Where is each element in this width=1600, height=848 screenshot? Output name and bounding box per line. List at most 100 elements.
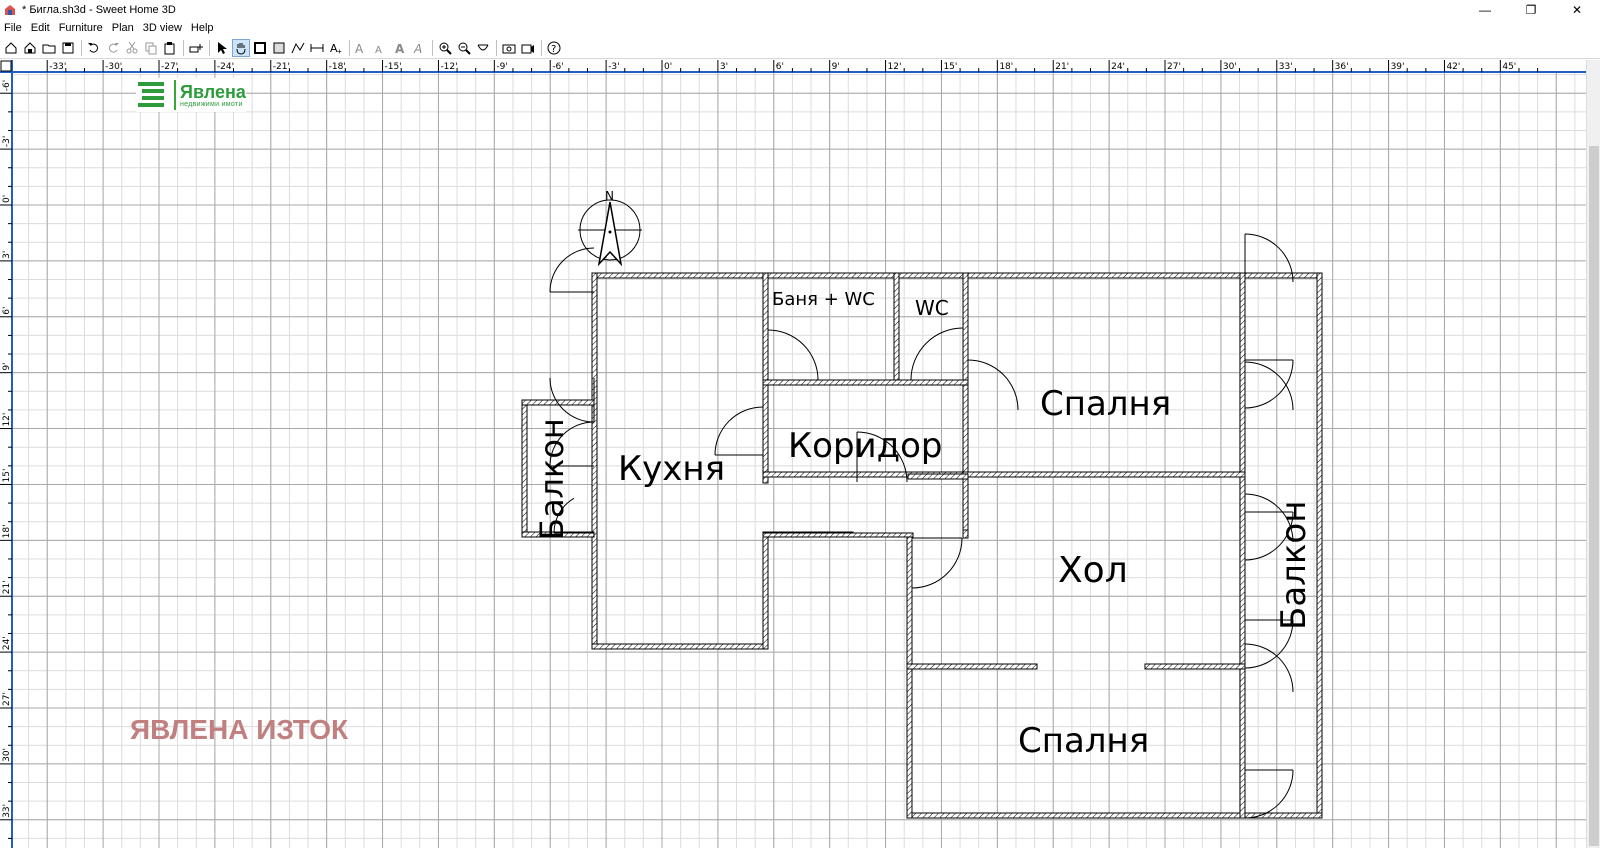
undo-button[interactable] xyxy=(85,39,103,57)
help-button[interactable]: ? xyxy=(545,39,563,57)
room-label-bath[interactable]: Баня + WC xyxy=(772,289,875,310)
ruler-x-label: -12' xyxy=(440,62,457,72)
open-button[interactable] xyxy=(40,39,58,57)
logo: Явлена недвижими имоти xyxy=(136,78,246,112)
scrollbar-thumb[interactable] xyxy=(1589,146,1599,846)
room-label-living-room[interactable]: Хол xyxy=(1058,550,1128,591)
logo-name: Явлена xyxy=(180,81,246,102)
wall[interactable] xyxy=(762,534,769,650)
create-dimensions-button[interactable] xyxy=(308,39,326,57)
minimize-button[interactable]: — xyxy=(1462,0,1508,20)
ruler-x-label: 27' xyxy=(1167,62,1181,72)
wall[interactable] xyxy=(521,399,528,538)
new-home-icon xyxy=(5,41,17,53)
vertical-scrollbar[interactable] xyxy=(1586,60,1600,848)
wall[interactable] xyxy=(962,471,1246,478)
wall[interactable] xyxy=(762,532,914,538)
toolbar-separator xyxy=(496,39,497,56)
italic-text-icon: A xyxy=(413,42,422,55)
wall[interactable] xyxy=(906,663,1038,670)
increase-text-button[interactable]: A xyxy=(353,39,371,57)
zoom-out-icon xyxy=(458,42,471,55)
room-label-bedroom-1[interactable]: Спалня xyxy=(1040,384,1171,424)
ruler-y-label: 3' xyxy=(2,251,12,259)
create-polylines-icon xyxy=(291,42,305,53)
create-polylines-button[interactable] xyxy=(289,39,307,57)
create-rooms-button[interactable] xyxy=(270,39,288,57)
maximize-button[interactable]: ❐ xyxy=(1508,0,1554,20)
menu-help[interactable]: Help xyxy=(191,22,214,34)
create-walls-button[interactable] xyxy=(251,39,269,57)
decrease-text-button[interactable]: A xyxy=(372,39,390,57)
door[interactable] xyxy=(911,537,963,589)
toolbar-separator xyxy=(209,39,210,56)
ruler-x-label: -15' xyxy=(385,62,402,72)
wall[interactable] xyxy=(893,272,900,384)
doors xyxy=(549,233,1294,819)
wall[interactable] xyxy=(1316,272,1323,819)
ruler-x-label: 0' xyxy=(664,62,672,72)
wall[interactable] xyxy=(762,379,969,386)
door[interactable] xyxy=(1244,769,1294,819)
menu-file[interactable]: File xyxy=(4,22,22,34)
create-labels-icon: A + xyxy=(330,42,342,55)
ruler-x-label: -18' xyxy=(329,62,346,72)
ruler-x-label: 45' xyxy=(1502,62,1516,72)
pan-mode-button[interactable] xyxy=(232,38,250,57)
wall[interactable] xyxy=(1239,272,1246,819)
camera-button[interactable] xyxy=(500,39,518,57)
wall[interactable] xyxy=(1144,663,1246,670)
wall[interactable] xyxy=(762,272,769,484)
ruler-y-label: 6' xyxy=(2,307,12,315)
ruler-y-label: 0' xyxy=(2,195,12,203)
ruler-x-label: 12' xyxy=(888,62,902,72)
menu-plan[interactable]: Plan xyxy=(112,22,134,34)
wall[interactable] xyxy=(907,473,969,480)
redo-button[interactable] xyxy=(104,39,122,57)
menu-edit[interactable]: Edit xyxy=(31,22,50,34)
wall[interactable] xyxy=(591,643,769,650)
window-title: * Бигла.sh3d - Sweet Home 3D xyxy=(22,4,176,16)
wall[interactable] xyxy=(591,272,1323,279)
door[interactable] xyxy=(967,359,1019,411)
wall[interactable] xyxy=(962,529,969,539)
door[interactable] xyxy=(714,406,764,456)
copy-button[interactable] xyxy=(142,39,160,57)
video-button[interactable] xyxy=(519,39,537,57)
wall[interactable] xyxy=(906,534,913,819)
italic-text-button[interactable]: A xyxy=(410,39,428,57)
create-photo-button[interactable] xyxy=(474,39,492,57)
ruler-y-label: 27' xyxy=(2,692,12,706)
menu-furniture[interactable]: Furniture xyxy=(59,22,103,34)
menu-3d-view[interactable]: 3D view xyxy=(143,22,182,34)
ruler-x-label: 6' xyxy=(776,62,784,72)
new-home-button[interactable] xyxy=(2,39,20,57)
room-label-balcony-left[interactable]: Балкон xyxy=(533,418,571,540)
ruler-x-label: -33' xyxy=(49,62,66,72)
ruler-y-label: 24' xyxy=(2,636,12,650)
zoom-out-button[interactable] xyxy=(455,39,473,57)
room-label-corridor[interactable]: Коридор xyxy=(788,426,943,466)
save-button[interactable] xyxy=(59,39,77,57)
select-mode-button[interactable] xyxy=(213,39,231,57)
wall[interactable] xyxy=(591,272,598,649)
close-button[interactable]: ✕ xyxy=(1554,0,1600,20)
logo-subtitle: недвижими имоти xyxy=(180,100,243,108)
create-dimensions-icon xyxy=(310,43,324,52)
add-furniture-button[interactable] xyxy=(187,39,205,57)
svg-text:A: A xyxy=(375,45,382,55)
room-label-wc[interactable]: WC xyxy=(915,296,949,320)
cut-button[interactable] xyxy=(123,39,141,57)
create-rooms-icon xyxy=(273,42,285,53)
ruler-y-label: 30' xyxy=(2,748,12,762)
bold-text-button[interactable]: A xyxy=(391,39,409,57)
new-from-demo-button[interactable] xyxy=(21,39,39,57)
create-labels-button[interactable]: A + xyxy=(327,39,345,57)
zoom-in-button[interactable] xyxy=(436,39,454,57)
paste-button[interactable] xyxy=(161,39,179,57)
wall[interactable] xyxy=(962,272,969,534)
room-label-bedroom-2[interactable]: Спалня xyxy=(1018,721,1149,761)
room-label-kitchen[interactable]: Кухня xyxy=(618,449,725,489)
room-label-balcony-right[interactable]: Балкон xyxy=(1274,501,1314,630)
plan-view[interactable]: -33' -30' -27' -24' -21' -18' -15' -12' -9' -6' -3… xyxy=(0,60,1600,848)
